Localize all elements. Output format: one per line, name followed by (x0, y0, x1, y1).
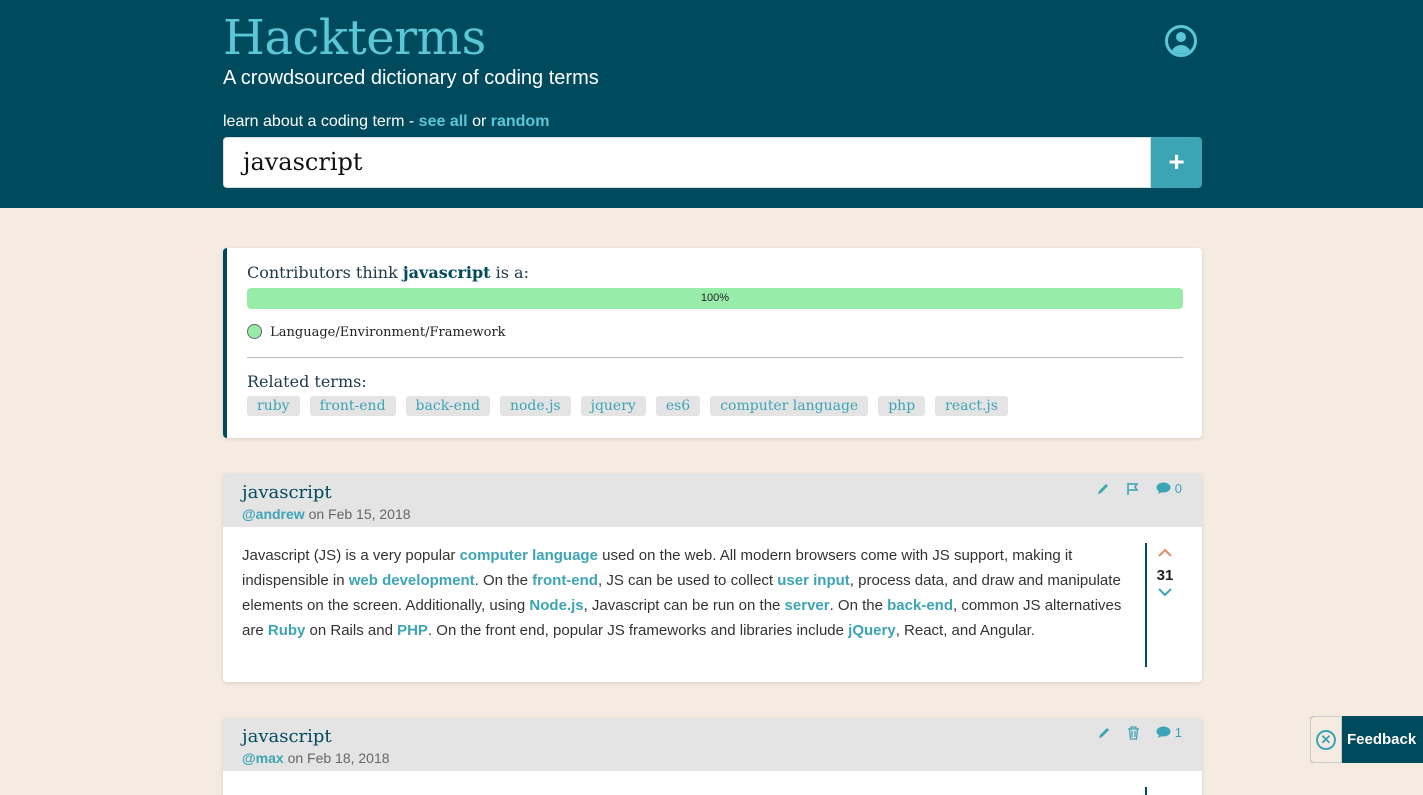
related-tag[interactable]: php (878, 396, 926, 416)
definition-title[interactable]: javascript (242, 482, 332, 503)
definition-actions: 1 (1097, 725, 1182, 740)
comment-icon (1156, 482, 1171, 494)
learn-prompt: learn about a coding term - see all or r… (223, 113, 549, 131)
term-link[interactable]: PHP (397, 622, 428, 639)
definition-title[interactable]: javascript (242, 726, 332, 747)
related-tag[interactable]: computer language (710, 396, 869, 416)
related-tag[interactable]: back-end (405, 396, 490, 416)
downvote-icon[interactable] (1147, 584, 1183, 602)
term-link[interactable]: Ruby (268, 622, 306, 639)
upvote-icon[interactable] (1147, 545, 1183, 563)
feedback-button[interactable]: ✕ Feedback (1310, 716, 1423, 763)
comment-count: 0 (1174, 481, 1182, 496)
related-tag[interactable]: node.js (499, 396, 571, 416)
think-suffix: is a: (495, 263, 529, 282)
related-tag[interactable]: react.js (935, 396, 1008, 416)
category-label: Language/Environment/Framework (270, 325, 506, 340)
definition-date: on Feb 15, 2018 (308, 506, 411, 522)
comment-count: 1 (1174, 725, 1182, 740)
user-account-icon[interactable] (1165, 25, 1197, 57)
close-feedback-icon[interactable]: ✕ (1310, 716, 1342, 763)
comment-icon (1156, 726, 1171, 738)
term-link[interactable]: server (785, 597, 830, 614)
term-link[interactable]: front-end (532, 572, 598, 589)
category-legend: Language/Environment/Framework (247, 324, 506, 340)
vote-count: 31 (1156, 567, 1174, 584)
learn-prefix: learn about a coding term - (223, 113, 415, 130)
term-link[interactable]: user input (777, 572, 850, 589)
term-link[interactable]: back-end (887, 597, 953, 614)
trash-icon[interactable] (1127, 725, 1140, 740)
definition-byline: @andrew on Feb 15, 2018 (242, 506, 411, 522)
related-terms-label: Related terms: (247, 372, 367, 391)
feedback-label: Feedback (1347, 731, 1417, 748)
divider (247, 357, 1183, 358)
site-tagline: A crowdsourced dictionary of coding term… (223, 67, 599, 89)
related-tag[interactable]: front-end (309, 396, 396, 416)
definition-card: javascript @max on Feb 18, 2018 1 (223, 718, 1202, 795)
definition-header: javascript @max on Feb 18, 2018 1 (223, 718, 1202, 771)
header-content: Hackterms A crowdsourced dictionary of c… (223, 0, 1202, 208)
definition-date: on Feb 18, 2018 (287, 750, 390, 766)
term-summary-card: Contributors think javascript is a: 100%… (223, 248, 1202, 438)
author-link[interactable]: @max (242, 750, 284, 766)
related-tags: ruby front-end back-end node.js jquery e… (247, 396, 1008, 416)
definition-card: javascript @andrew on Feb 15, 2018 0 Jav… (223, 474, 1202, 682)
summary-term: javascript (402, 263, 491, 282)
edit-icon[interactable] (1097, 726, 1111, 740)
related-tag[interactable]: jquery (580, 396, 646, 416)
site-header: Hackterms A crowdsourced dictionary of c… (0, 0, 1423, 208)
related-tag[interactable]: es6 (655, 396, 701, 416)
search-input[interactable]: javascript (223, 137, 1151, 188)
add-term-button[interactable]: + (1151, 137, 1202, 188)
term-link[interactable]: computer language (460, 547, 598, 564)
definition-body: Javascript (JS) is a very popular comput… (242, 547, 1122, 639)
edit-icon[interactable] (1096, 482, 1110, 496)
see-all-link[interactable]: see all (419, 113, 468, 130)
or-text: or (472, 113, 487, 130)
category-color-dot (247, 324, 262, 339)
author-link[interactable]: @andrew (242, 506, 305, 522)
term-link[interactable]: web development (349, 572, 475, 589)
comments-button[interactable]: 0 (1156, 481, 1182, 496)
site-logo[interactable]: Hackterms (223, 10, 486, 66)
random-link[interactable]: random (491, 113, 550, 130)
flag-icon[interactable] (1126, 482, 1140, 496)
vote-panel (1145, 787, 1183, 795)
comments-button[interactable]: 1 (1156, 725, 1182, 740)
definition-header: javascript @andrew on Feb 15, 2018 0 (223, 474, 1202, 527)
definition-actions: 0 (1096, 481, 1182, 496)
related-tag[interactable]: ruby (247, 396, 300, 416)
definition-byline: @max on Feb 18, 2018 (242, 750, 390, 766)
vote-panel: 31 (1145, 543, 1183, 667)
term-link[interactable]: jQuery (848, 622, 896, 639)
category-progress-bar: 100% (247, 288, 1183, 309)
term-link[interactable]: Node.js (529, 597, 583, 614)
contributors-think: Contributors think javascript is a: (247, 263, 529, 282)
think-prefix: Contributors think (247, 263, 398, 282)
